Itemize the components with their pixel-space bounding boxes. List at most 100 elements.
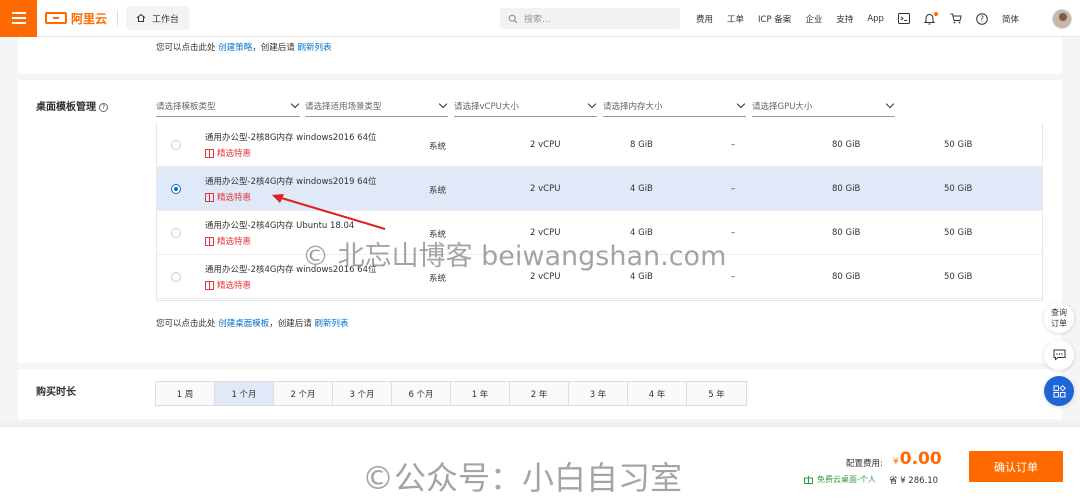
nav-item-app[interactable]: App [867, 14, 884, 24]
memory-value: 4 GiB [630, 184, 653, 194]
row-radio[interactable] [171, 272, 181, 282]
duration-option-2-months[interactable]: 2 个月 [274, 382, 333, 405]
nav-item-support[interactable]: 支持 [836, 13, 853, 25]
duration-option-6-months[interactable]: 6 个月 [392, 382, 451, 405]
template-source: 系统 [429, 186, 447, 196]
duration-option-1-year[interactable]: 1 年 [451, 382, 510, 405]
filter-label: 请选择内存大小 [603, 101, 663, 112]
deal-tag-label: 精选特惠 [217, 281, 252, 291]
cart-icon[interactable] [950, 13, 962, 25]
duration-option-1-week[interactable]: 1 周 [156, 382, 215, 405]
template-type-select[interactable]: 请选择模板类型 [156, 95, 300, 117]
terminal-icon[interactable] [897, 13, 910, 25]
duration-option-1-month[interactable]: 1 个月 [215, 382, 274, 405]
duration-option-4-years[interactable]: 4 年 [628, 382, 687, 405]
duration-section-label: 购买时长 [36, 387, 76, 398]
chevron-down-icon [736, 99, 746, 109]
gpu-value: – [731, 228, 736, 238]
order-query-line2: 订单 [1051, 319, 1067, 328]
deal-tag-label: 精选特惠 [217, 149, 252, 159]
template-name: 通用办公型-2核4G内存 windows2019 64位 [205, 177, 377, 187]
top-navbar: 阿里云 工作台 搜索... 费用 工单 ICP 备案 企业 支持 App ? 简… [0, 0, 1080, 37]
svg-text:?: ? [980, 14, 984, 23]
data-disk-value: 50 GiB [944, 228, 973, 238]
row-radio[interactable] [171, 140, 181, 150]
template-name: 通用办公型-2核8G内存 windows2016 64位 [205, 133, 377, 143]
memory-value: 8 GiB [630, 140, 653, 150]
nav-item-tickets[interactable]: 工单 [727, 13, 744, 25]
scenario-type-select[interactable]: 请选择适用场景类型 [305, 95, 448, 117]
memory-value: 4 GiB [630, 272, 653, 282]
deal-tag: 精选特惠 [205, 235, 251, 247]
vcpu-value: 2 vCPU [530, 272, 561, 282]
deal-tag: 精选特惠 [205, 191, 251, 203]
bell-icon[interactable] [924, 11, 938, 25]
workbench-label: 工作台 [152, 14, 180, 25]
refresh-template-list-link[interactable]: 刷新列表 [314, 319, 348, 329]
template-section-title: 桌面模板管理 [36, 102, 96, 113]
create-template-link[interactable]: 创建桌面模板 [218, 319, 269, 329]
gpu-size-select[interactable]: 请选择GPU大小 [752, 95, 895, 117]
nav-item-icp[interactable]: ICP 备案 [758, 13, 791, 25]
row-radio[interactable] [171, 228, 181, 238]
duration-option-3-months[interactable]: 3 个月 [333, 382, 392, 405]
gift-icon [205, 148, 214, 158]
system-disk-value: 80 GiB [832, 184, 861, 194]
policy-panel: 您可以点击此处 创建策略，创建后请 刷新列表 [18, 37, 1062, 74]
promo-text: 免费云桌面-个人 [817, 475, 876, 484]
create-policy-link[interactable]: 创建策略 [218, 43, 252, 53]
watermark-blog: © 北忘山博客 beiwangshan.com [302, 241, 727, 272]
vcpu-value: 2 vCPU [530, 140, 561, 150]
search-icon [508, 14, 518, 23]
data-disk-value: 50 GiB [944, 272, 973, 282]
data-disk-value: 50 GiB [944, 140, 973, 150]
table-row[interactable]: 通用办公型-2核8G内存 windows2016 64位 精选特惠 系统 2 v… [157, 123, 1042, 167]
template-hint-prefix: 您可以点击此处 [156, 319, 216, 329]
confirm-order-button[interactable]: 确认订单 [969, 451, 1063, 482]
fee-value: ¥0.00 [893, 449, 942, 469]
duration-option-5-years[interactable]: 5 年 [687, 382, 746, 405]
gpu-value: – [731, 140, 736, 150]
fee-amount: 0.00 [899, 449, 942, 469]
chat-icon [1053, 349, 1065, 361]
gift-icon [205, 192, 214, 202]
system-disk-value: 80 GiB [832, 272, 861, 282]
row-radio-checked[interactable] [171, 184, 181, 194]
nav-item-enterprise[interactable]: 企业 [805, 13, 822, 25]
avatar[interactable] [1052, 9, 1072, 29]
search-placeholder: 搜索... [524, 15, 551, 25]
question-icon[interactable]: ? [99, 102, 108, 112]
fee-label: 配置费用: [846, 459, 883, 469]
system-disk-value: 80 GiB [832, 228, 861, 238]
refresh-policy-list-link[interactable]: 刷新列表 [297, 43, 331, 53]
nav-divider [117, 10, 119, 26]
workbench-button[interactable]: 工作台 [126, 6, 190, 30]
apps-button[interactable] [1044, 376, 1074, 406]
vcpu-size-select[interactable]: 请选择vCPU大小 [454, 95, 597, 117]
hamburger-menu-button[interactable] [0, 0, 37, 37]
nav-item-fees[interactable]: 费用 [696, 13, 713, 25]
memory-size-select[interactable]: 请选择内存大小 [603, 95, 746, 117]
filter-label: 请选择模板类型 [156, 101, 216, 112]
search-input[interactable]: 搜索... [500, 8, 680, 29]
notification-dot [933, 11, 938, 16]
policy-hint-prefix: 您可以点击此处 [156, 43, 216, 53]
deal-tag-label: 精选特惠 [217, 237, 252, 247]
chat-feedback-button[interactable] [1044, 340, 1074, 370]
language-switch[interactable]: 简体 [1002, 13, 1019, 25]
duration-option-3-years[interactable]: 3 年 [569, 382, 628, 405]
help-icon[interactable]: ? [976, 12, 988, 25]
order-query-button[interactable]: 查询 订单 [1044, 303, 1074, 333]
template-source: 系统 [429, 274, 447, 284]
policy-hint-middle: ，创建后请 [252, 43, 295, 53]
aliyun-logo[interactable]: 阿里云 [45, 10, 107, 27]
aliyun-logo-icon [45, 12, 67, 24]
policy-hint: 您可以点击此处 创建策略，创建后请 刷新列表 [156, 41, 331, 53]
duration-option-2-years[interactable]: 2 年 [510, 382, 569, 405]
home-icon [136, 13, 146, 22]
chevron-down-icon [438, 99, 448, 109]
gift-icon [205, 236, 214, 246]
gift-icon [205, 280, 214, 290]
apps-grid-icon [1053, 384, 1066, 397]
data-disk-value: 50 GiB [944, 184, 973, 194]
